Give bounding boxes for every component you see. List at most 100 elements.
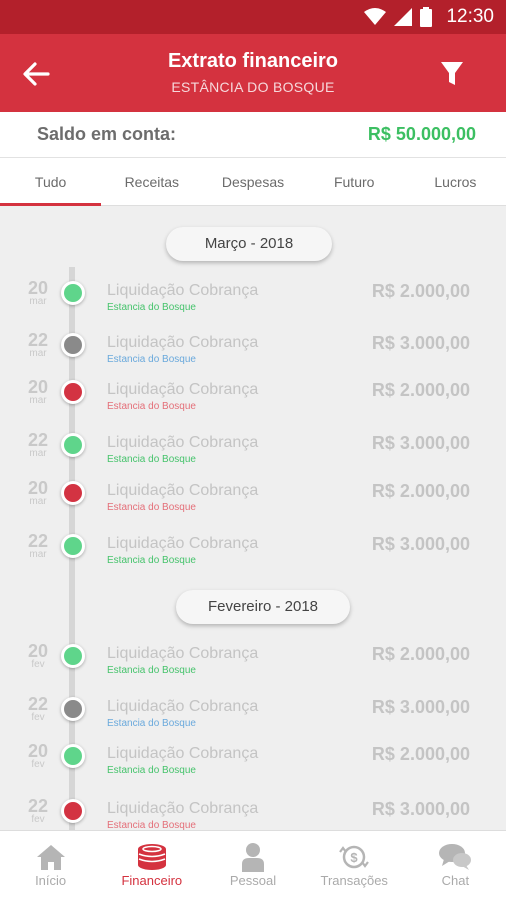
transaction-row[interactable]: 22 mar Liquidação Cobrança Estancia do Bosq… — [0, 532, 506, 582]
filter-tabs: Tudo Receitas Despesas Futuro Lucros — [0, 158, 506, 206]
money-transfer-icon: $ — [339, 845, 370, 869]
transaction-value: R$ 2.000,00 — [371, 644, 470, 664]
balance-label: Saldo em conta: — [37, 124, 177, 144]
transaction-description: Liquidação Cobrança — [107, 535, 259, 552]
transaction-month: mar — [29, 348, 47, 359]
transaction-row[interactable]: 22 fev Liquidação Cobrança Estancia do Bosq… — [0, 797, 506, 830]
transaction-day: 22 — [27, 694, 49, 714]
wifi-icon — [364, 8, 387, 25]
transaction-row[interactable]: 22 mar Liquidação Cobrança Estancia do Bosq… — [0, 431, 506, 481]
transaction-description: Liquidação Cobrança — [107, 282, 259, 299]
svg-text:$: $ — [351, 850, 359, 865]
transaction-description: Liquidação Cobrança — [107, 800, 259, 817]
status-dot — [61, 744, 85, 768]
filter-icon — [441, 62, 463, 85]
transaction-row[interactable]: 20 fev Liquidação Cobrança Estancia do Bosq… — [0, 742, 506, 792]
transaction-day: 22 — [27, 330, 49, 350]
status-dot — [61, 697, 85, 721]
page-subtitle: ESTÂNCIA DO BOSQUE — [171, 79, 335, 95]
bottom-navigation: Início Financeiro Pessoal $ Transações C… — [0, 830, 506, 900]
tab-receitas[interactable]: Receitas — [101, 158, 202, 205]
transaction-day: 22 — [27, 430, 49, 450]
transaction-month: fev — [31, 814, 45, 825]
transaction-day: 22 — [27, 531, 49, 551]
transaction-month: mar — [29, 496, 47, 507]
transaction-day: 22 — [27, 796, 49, 816]
transaction-value: R$ 3.000,00 — [371, 433, 470, 453]
nav-pessoal[interactable]: Pessoal — [202, 831, 303, 900]
transaction-day: 20 — [27, 278, 49, 298]
transaction-subtitle: Estancia do Bosque — [107, 718, 196, 729]
status-dot — [61, 433, 85, 457]
filter-button[interactable] — [434, 56, 470, 92]
tab-futuro[interactable]: Futuro — [304, 158, 405, 205]
status-dot — [61, 380, 85, 404]
transaction-row[interactable]: 20 mar Liquidação Cobrança Estancia do Bosq… — [0, 479, 506, 529]
transaction-subtitle: Estancia do Bosque — [107, 555, 196, 566]
transaction-month: fev — [31, 759, 45, 770]
transaction-row[interactable]: 20 mar Liquidação Cobrança Estancia do Bosq… — [0, 378, 506, 428]
nav-financeiro[interactable]: Financeiro — [101, 831, 202, 900]
transaction-month: mar — [29, 448, 47, 459]
transaction-description: Liquidação Cobrança — [107, 381, 259, 398]
page-title: Extrato financeiro — [167, 50, 339, 72]
status-bar: 12:30 — [0, 0, 506, 34]
transaction-value: R$ 3.000,00 — [371, 697, 470, 717]
transaction-month: mar — [29, 395, 47, 406]
nav-label: Chat — [441, 873, 470, 888]
signal-icon — [394, 8, 413, 26]
transaction-month: fev — [31, 712, 45, 723]
transaction-description: Liquidação Cobrança — [107, 698, 259, 715]
coins-icon — [137, 844, 166, 870]
month-header: Março - 2018 — [166, 227, 332, 261]
transaction-description: Liquidação Cobrança — [107, 434, 259, 451]
transaction-day: 20 — [27, 641, 49, 661]
transaction-row[interactable]: 20 fev Liquidação Cobrança Estancia do Bosq… — [0, 642, 506, 692]
tab-tudo[interactable]: Tudo — [0, 158, 102, 206]
transaction-row[interactable]: 22 mar Liquidação Cobrança Estancia do Bosq… — [0, 331, 506, 381]
transaction-subtitle: Estancia do Bosque — [107, 765, 196, 776]
tab-lucros[interactable]: Lucros — [405, 158, 506, 205]
transaction-row[interactable]: 20 mar Liquidação Cobrança Estancia do Bosq… — [0, 279, 506, 329]
transaction-subtitle: Estancia do Bosque — [107, 502, 196, 513]
nav-inicio[interactable]: Início — [0, 831, 101, 900]
transaction-subtitle: Estancia do Bosque — [107, 454, 196, 465]
transaction-description: Liquidação Cobrança — [107, 334, 259, 351]
status-dot — [61, 333, 85, 357]
tab-despesas[interactable]: Despesas — [202, 158, 303, 205]
balance-amount: R$ 50.000,00 — [367, 124, 476, 144]
transaction-value: R$ 3.000,00 — [371, 534, 470, 554]
transaction-description: Liquidação Cobrança — [107, 645, 259, 662]
battery-icon — [420, 7, 433, 27]
statement-timeline[interactable]: Março - 2018 20 mar Liquidação Cobrança Esta… — [0, 207, 506, 830]
transaction-value: R$ 3.000,00 — [371, 333, 470, 353]
status-dot — [61, 799, 85, 823]
transaction-value: R$ 2.000,00 — [371, 481, 470, 501]
chat-icon — [439, 844, 472, 870]
transaction-subtitle: Estancia do Bosque — [107, 665, 196, 676]
status-dot — [61, 481, 85, 505]
status-dot — [61, 281, 85, 305]
transaction-subtitle: Estancia do Bosque — [107, 401, 196, 412]
nav-transacoes[interactable]: $ Transações — [304, 831, 405, 900]
person-icon — [242, 843, 264, 872]
month-header: Fevereiro - 2018 — [176, 590, 350, 624]
status-dot — [61, 644, 85, 668]
transaction-subtitle: Estancia do Bosque — [107, 820, 196, 830]
status-icons: 12:30 — [364, 6, 494, 28]
status-dot — [61, 534, 85, 558]
nav-label: Pessoal — [229, 873, 277, 888]
nav-label: Financeiro — [121, 873, 183, 888]
transaction-subtitle: Estancia do Bosque — [107, 354, 196, 365]
transaction-value: R$ 3.000,00 — [371, 799, 470, 819]
status-time: 12:30 — [446, 6, 494, 27]
nav-chat[interactable]: Chat — [405, 831, 506, 900]
nav-label: Transações — [320, 873, 388, 888]
transaction-value: R$ 2.000,00 — [371, 380, 470, 400]
transaction-day: 20 — [27, 478, 49, 498]
transaction-description: Liquidação Cobrança — [107, 745, 259, 762]
transaction-subtitle: Estancia do Bosque — [107, 302, 196, 313]
app-bar: Extrato financeiro ESTÂNCIA DO BOSQUE — [0, 34, 506, 112]
transaction-row[interactable]: 22 fev Liquidação Cobrança Estancia do Bosq… — [0, 695, 506, 745]
transaction-value: R$ 2.000,00 — [371, 281, 470, 301]
